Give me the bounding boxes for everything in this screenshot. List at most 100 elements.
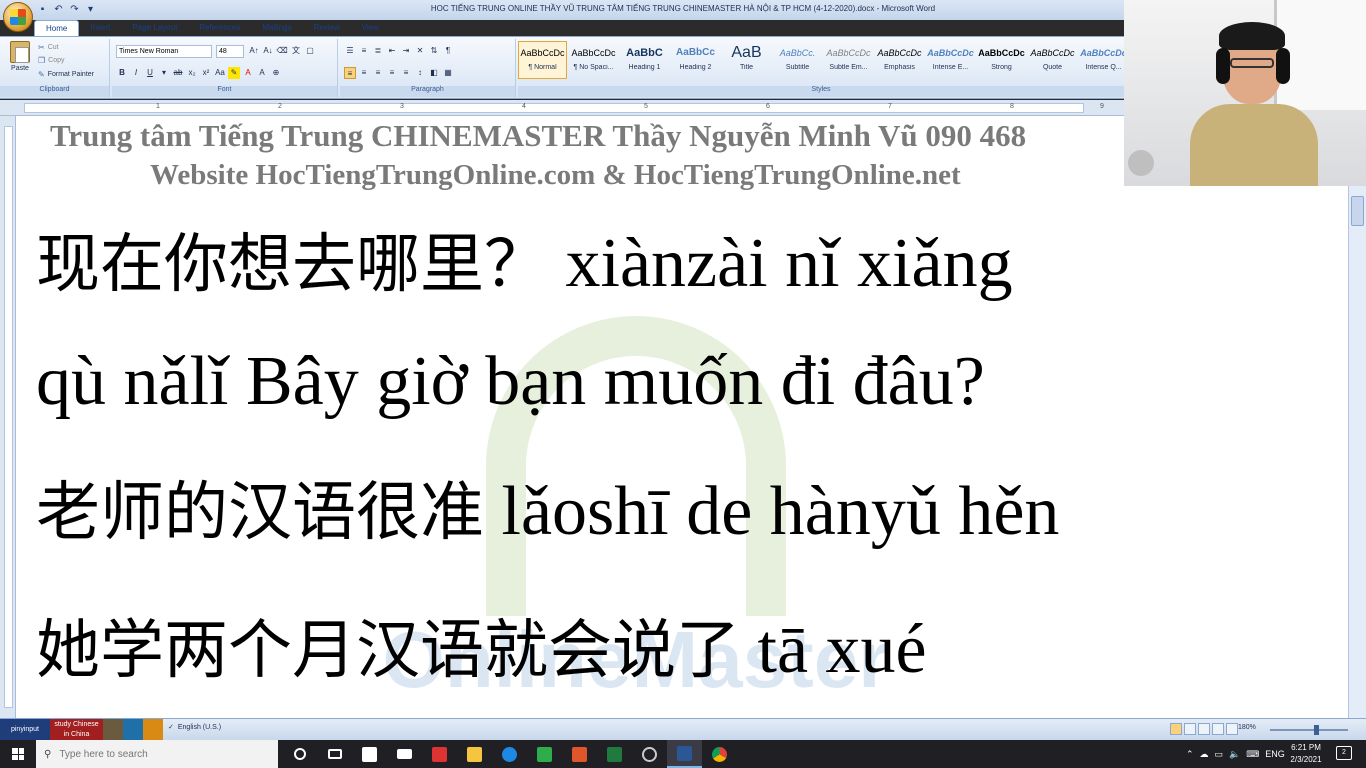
sort-icon[interactable]: ⇅ [428,45,440,57]
file-explorer-icon[interactable] [457,740,492,768]
decrease-indent-icon[interactable]: ⇤ [386,45,398,57]
style-title[interactable]: AaB Title [722,41,771,79]
increase-indent-icon[interactable]: ⇥ [400,45,412,57]
camtasia-icon[interactable] [527,740,562,768]
cloud-icon[interactable]: ☁ [1200,749,1209,760]
zoom-slider-knob[interactable] [1314,725,1319,735]
format-painter-button[interactable]: ✎ Format Painter [38,70,94,79]
bold-icon[interactable]: B [116,67,128,79]
style-emphasis[interactable]: AaBbCcDc Emphasis [875,41,924,79]
strikethrough-icon[interactable]: ab [172,67,184,79]
style-heading-1[interactable]: AaBbC Heading 1 [620,41,669,79]
tab-home[interactable]: Home [34,20,80,36]
style-subtle-emphasis[interactable]: AaBbCcDc Subtle Em... [824,41,873,79]
office-button[interactable] [3,2,33,32]
character-border-icon[interactable]: ▢ [304,45,316,57]
zoom-level[interactable]: 180% [1238,724,1256,731]
chrome-icon[interactable] [702,740,737,768]
task-view-icon[interactable] [317,740,352,768]
zoom-slider[interactable] [1270,725,1348,735]
tab-insert[interactable]: Insert [79,20,121,36]
recorder-icon[interactable] [562,740,597,768]
mail-icon[interactable] [387,740,422,768]
align-right-icon[interactable]: ≡ [372,67,384,79]
web-layout-icon[interactable] [1198,723,1210,735]
character-shading-icon[interactable]: A [256,67,268,79]
style-quote[interactable]: AaBbCcDc Quote [1028,41,1077,79]
style-subtitle[interactable]: AaBbCc. Subtitle [773,41,822,79]
font-size-box[interactable]: 48 [216,45,244,58]
pinyininput-button[interactable]: pinyinput [0,719,50,740]
document-page[interactable]: OnlineMaster Trung tâm Tiếng Trung CHINE… [16,116,1348,718]
multilevel-list-icon[interactable]: ≣ [372,45,384,57]
enclose-characters-icon[interactable]: ⊕ [270,67,282,79]
highlight-icon[interactable]: ✎ [228,67,240,79]
app-icon-1[interactable] [103,719,123,740]
app-icon-3[interactable] [143,719,163,740]
underline-icon[interactable]: U [144,67,156,79]
print-layout-icon[interactable] [1170,723,1182,735]
font-color-icon[interactable]: A [242,67,254,79]
tab-view[interactable]: View [351,20,390,36]
style-strong[interactable]: AaBbCcDc Strong [977,41,1026,79]
distributed-icon[interactable]: ≡ [400,67,412,79]
style-intense-quote[interactable]: AaBbCcDc Intense Q... [1079,41,1128,79]
input-method-icon[interactable]: ⌨ [1246,749,1259,760]
subscript-icon[interactable]: x₂ [186,67,198,79]
start-button[interactable] [0,740,36,768]
draft-icon[interactable] [1226,723,1238,735]
superscript-icon[interactable]: x² [200,67,212,79]
cortana-icon[interactable] [282,740,317,768]
app-icon[interactable] [422,740,457,768]
bullets-icon[interactable]: ☰ [344,45,356,57]
copy-button[interactable]: ❐ Copy [38,56,65,65]
asian-layout-icon[interactable]: ✕ [414,45,426,57]
borders-icon[interactable]: ▦ [442,67,454,79]
media-icon[interactable] [632,740,667,768]
outline-icon[interactable] [1212,723,1224,735]
style-heading-2[interactable]: AaBbCc Heading 2 [671,41,720,79]
show-marks-icon[interactable]: ¶ [442,45,454,57]
style-intense-emphasis[interactable]: AaBbCcDc Intense E... [926,41,975,79]
tab-review[interactable]: Review [303,20,351,36]
edge-icon[interactable] [492,740,527,768]
tab-page-layout[interactable]: Page Layout [121,20,188,36]
numbering-icon[interactable]: ≡ [358,45,370,57]
font-name-box[interactable]: Times New Roman [116,45,212,58]
tab-references[interactable]: References [188,20,251,36]
change-case-icon[interactable]: Aa [214,67,226,79]
study-chinese-button[interactable]: study Chinese in China [50,719,103,740]
app-icon-2[interactable] [123,719,143,740]
clear-formatting-icon[interactable]: ⌫ [276,45,288,57]
store-icon[interactable] [352,740,387,768]
vertical-scrollbar[interactable] [1348,186,1366,718]
taskbar-search[interactable]: ⚲ [36,740,278,768]
horizontal-ruler[interactable]: 1 2 3 4 5 6 7 8 9 [0,100,1124,116]
language-indicator[interactable]: ✓ English (U.S.) [168,723,221,732]
scrollbar-thumb[interactable] [1351,196,1364,226]
underline-dropdown-icon[interactable]: ▾ [158,67,170,79]
style-normal[interactable]: AaBbCcDc ¶ Normal [518,41,567,79]
shrink-font-icon[interactable]: A↓ [262,45,274,57]
align-left-icon[interactable]: ≡ [344,67,356,79]
chevron-up-icon[interactable]: ⌃ [1186,749,1194,760]
notification-icon[interactable]: 2 [1336,746,1352,760]
grow-font-icon[interactable]: A↑ [248,45,260,57]
volume-icon[interactable]: 🔈 [1229,749,1240,760]
align-center-icon[interactable]: ≡ [358,67,370,79]
style-no-spacing[interactable]: AaBbCcDc ¶ No Spaci... [569,41,618,79]
vertical-ruler[interactable] [0,116,16,718]
justify-icon[interactable]: ≡ [386,67,398,79]
line-spacing-icon[interactable]: ↕ [414,67,426,79]
shading-icon[interactable]: ◧ [428,67,440,79]
tab-mailings[interactable]: Mailings [251,20,302,36]
italic-icon[interactable]: I [130,67,142,79]
network-icon[interactable]: ▭ [1215,749,1224,760]
excel-icon[interactable] [597,740,632,768]
paste-button[interactable]: Paste [6,41,34,72]
word-icon[interactable] [667,740,702,768]
phonetic-guide-icon[interactable]: 文 [290,45,302,57]
cut-button[interactable]: ✂ Cut [38,43,59,52]
clock[interactable]: 6:21 PM 2/3/2021 [1282,742,1330,766]
full-screen-icon[interactable] [1184,723,1196,735]
